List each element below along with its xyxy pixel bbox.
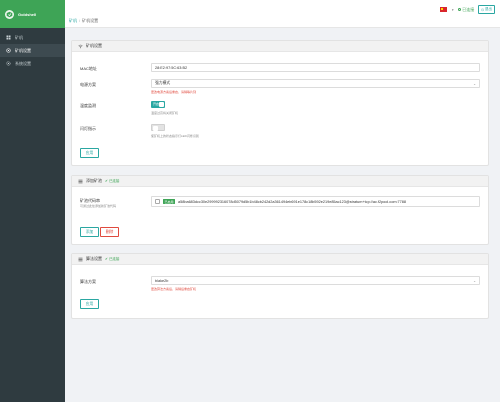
chevron-down-icon: ⌄	[473, 279, 476, 283]
status-badge: ✔ 已连接	[105, 257, 119, 262]
algo-value: blake2b	[155, 278, 169, 283]
temp-hint: 温度过高将关闭矿机	[151, 111, 179, 115]
card-header: 矿机设置	[72, 41, 488, 52]
led-row: 闪灯指示 使矿机上的状态指示灯LED闪烁识别	[80, 124, 480, 140]
algo-hint: 更改算法方案后，请稍后重启矿机	[151, 287, 197, 291]
algo-select[interactable]: blake2b ⌄	[151, 276, 480, 285]
sidebar-item-label: 系统设置	[15, 60, 31, 66]
dashboard-icon	[6, 35, 11, 40]
temp-toggle[interactable]: 开启	[151, 101, 165, 108]
sidebar-item-label: 矿机设置	[15, 47, 31, 53]
apply-button[interactable]: 应用	[80, 148, 99, 158]
apply-label: 应用	[85, 301, 94, 306]
breadcrumb-separator: /	[79, 18, 81, 23]
miner-settings-card: 矿机设置 MAC地址 28:E2:97:5C:63:B2 电源方案 强力模式 ⌄…	[71, 40, 489, 166]
led-toggle[interactable]	[151, 124, 165, 131]
gear-icon	[6, 61, 11, 66]
algo-row: 算法方案 blake2b ⌄ 更改算法方案后，请稍后重启矿机	[80, 276, 480, 294]
pool-key-row: 矿池代码串 可通过此处添加新矿池代码 已启用 a58ba683dcc30e299…	[80, 196, 480, 218]
delete-label: 删除	[105, 229, 114, 234]
list-icon	[78, 179, 83, 184]
brand-bar: Goldshell	[0, 0, 71, 28]
chevron-down-icon: ⌄	[473, 82, 476, 86]
enabled-tag: 已启用	[163, 199, 176, 204]
led-label: 闪灯指示	[80, 126, 96, 131]
apply-button[interactable]: 应用	[80, 299, 99, 309]
mac-input[interactable]: 28:E2:97:5C:63:B2	[151, 63, 480, 72]
top-bar: 矿机 / 矿机设置 ▼ 已连接 ⏻ 退出	[65, 0, 500, 28]
connected-icon	[458, 8, 462, 11]
mac-label: MAC地址	[80, 66, 97, 71]
mac-row: MAC地址 28:E2:97:5C:63:B2	[80, 63, 480, 73]
pool-key-item[interactable]: 已启用 a58ba683dcc30e299992316078d5079d5b1b…	[151, 196, 480, 207]
sidebar-item-label: 矿机	[15, 34, 23, 40]
add-button[interactable]: 添加	[80, 227, 99, 237]
temp-row: 温度监测 开启 温度过高将关闭矿机	[80, 101, 480, 117]
led-hint: 使矿机上的状态指示灯LED闪烁识别	[151, 134, 199, 138]
key-sublabel: 可通过此处添加新矿池代码	[80, 204, 117, 208]
algorithm-settings-card: 算法设置 ✔ 已连接 算法方案 blake2b ⌄ 更改算法方案后，请稍后重启矿…	[71, 253, 489, 319]
checkbox[interactable]	[155, 199, 160, 204]
sidebar-item-miner-settings[interactable]: 矿机设置	[0, 44, 65, 57]
toggle-knob	[153, 126, 158, 131]
sidebar-item-miner[interactable]: 矿机	[0, 31, 65, 44]
delete-button[interactable]: 删除	[100, 227, 119, 237]
power-hint: 更改电源方案后重启，请稍等片刻	[151, 90, 197, 94]
breadcrumb-miner[interactable]: 矿机	[69, 18, 77, 23]
algo-label: 算法方案	[80, 279, 96, 284]
breadcrumb-current: 矿机设置	[82, 18, 99, 23]
card-title: 算法设置	[86, 256, 102, 261]
list-icon	[78, 257, 83, 262]
brand-name: Goldshell	[18, 11, 37, 17]
logout-button[interactable]: ⏻ 退出	[478, 5, 495, 14]
power-label: 电源方案	[80, 82, 96, 87]
card-header: 添加矿池 ✔ 已连接	[72, 176, 488, 187]
cn-flag-icon[interactable]	[440, 7, 448, 12]
top-right-controls: ▼ 已连接 ⏻ 退出	[440, 5, 495, 14]
card-header: 算法设置 ✔ 已连接	[72, 254, 488, 265]
connection-status: 已连接	[458, 7, 474, 13]
connection-label: 已连接	[462, 6, 475, 12]
settings-icon	[6, 48, 11, 53]
pool-key-value: a58ba683dcc30e299992316078d5079d5b1b48cb…	[178, 199, 406, 204]
logout-icon: ⏻	[481, 7, 484, 12]
status-text: 已连接	[108, 256, 120, 261]
chevron-down-icon[interactable]: ▼	[451, 8, 454, 12]
power-row: 电源方案 强力模式 ⌄ 更改电源方案后重启，请稍等片刻	[80, 79, 480, 97]
sidebar: Goldshell 矿机 矿机设置 系统设置	[0, 0, 71, 402]
wifi-icon	[78, 44, 83, 49]
breadcrumb: 矿机 / 矿机设置	[69, 18, 98, 24]
logout-label: 退出	[485, 7, 492, 11]
goldshell-logo-icon	[5, 9, 14, 19]
check-icon: ✔	[105, 179, 108, 183]
pool-settings-card: 添加矿池 ✔ 已连接 矿池代码串 可通过此处添加新矿池代码 已启用 a58ba6…	[71, 175, 489, 245]
mac-value: 28:E2:97:5C:63:B2	[155, 65, 188, 70]
card-title: 添加矿池	[86, 178, 102, 183]
status-text: 已连接	[108, 178, 120, 183]
sidebar-item-system-settings[interactable]: 系统设置	[0, 57, 65, 70]
power-value: 强力模式	[155, 81, 171, 85]
card-title: 矿机设置	[86, 43, 102, 48]
power-select[interactable]: 强力模式 ⌄	[151, 79, 480, 88]
status-badge: ✔ 已连接	[105, 179, 119, 184]
apply-label: 应用	[85, 150, 94, 155]
add-label: 添加	[85, 229, 94, 234]
temp-label: 温度监测	[80, 103, 96, 108]
check-icon: ✔	[105, 257, 108, 261]
toggle-knob	[159, 102, 164, 107]
